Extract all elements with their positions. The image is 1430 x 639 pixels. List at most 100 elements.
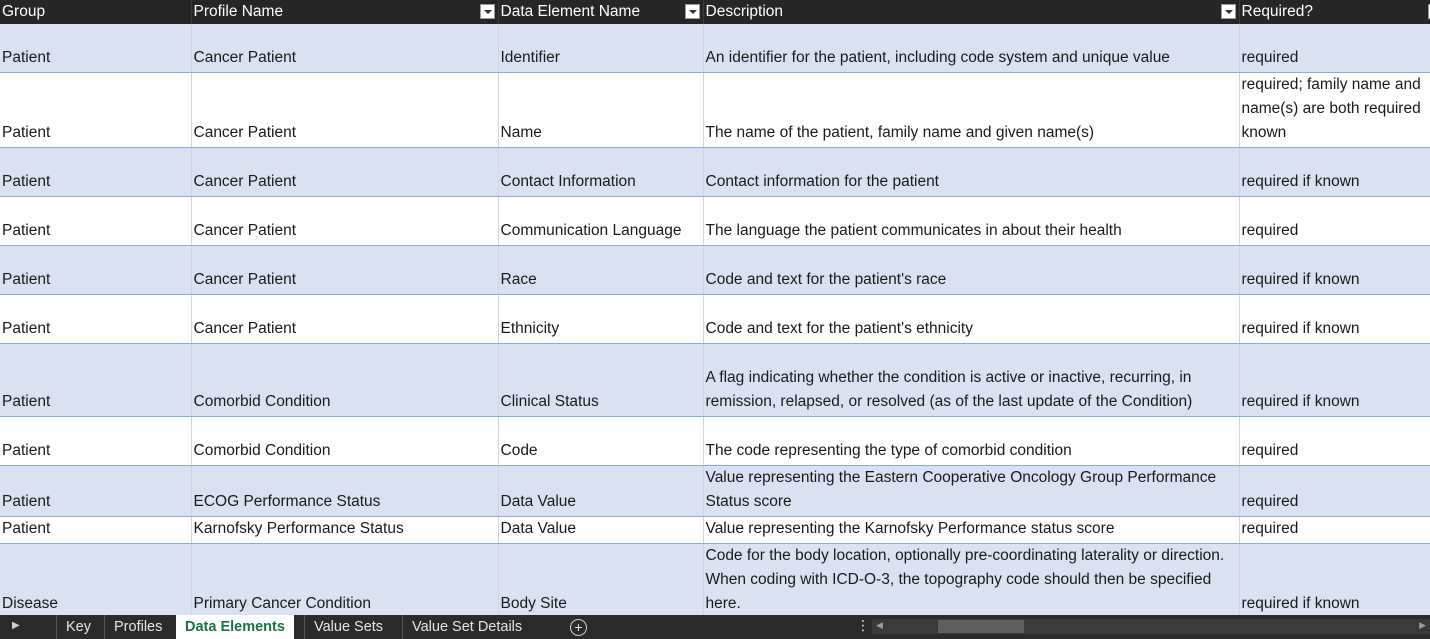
cell-required-line: required xyxy=(1241,493,1299,510)
scrollbar-thumb[interactable] xyxy=(938,620,1024,633)
cell-data-element-name[interactable]: Clinical Status xyxy=(498,343,704,417)
more-options-icon[interactable]: ⋮ xyxy=(856,617,870,634)
cell-data-element-name[interactable]: Body Site xyxy=(498,543,704,615)
cell-data-element-name[interactable]: Communication Language xyxy=(498,196,704,246)
cell-required[interactable]: required if known xyxy=(1239,543,1430,615)
cell-data-element-name[interactable]: Name xyxy=(498,72,704,148)
scroll-right-icon[interactable]: ▶ xyxy=(1419,620,1426,631)
cell-required-line: required if known xyxy=(1241,320,1360,337)
cell-group[interactable]: Patient xyxy=(0,465,192,517)
cell-profile-name[interactable]: Cancer Patient xyxy=(191,245,499,295)
filter-dropdown-icon[interactable] xyxy=(479,4,495,19)
sheet-tab-value-set-details[interactable]: Value Set Details xyxy=(402,615,531,639)
cell-data-element-name[interactable]: Data Value xyxy=(498,465,704,517)
cell-description[interactable]: Code for the body location, optionally p… xyxy=(703,543,1240,615)
cell-profile-name[interactable]: Primary Cancer Condition xyxy=(191,543,499,615)
cell-data-element-name[interactable]: Code xyxy=(498,416,704,466)
cell-description[interactable]: A flag indicating whether the condition … xyxy=(703,343,1240,417)
cell-required[interactable]: required; family name and name(s) are bot… xyxy=(1239,72,1430,148)
cell-group[interactable]: Patient xyxy=(0,147,192,197)
cell-required-line: required; family name and xyxy=(1241,76,1421,93)
cell-required[interactable]: required xyxy=(1239,24,1430,73)
cell-profile-name[interactable]: Cancer Patient xyxy=(191,24,499,73)
cell-group[interactable]: Patient xyxy=(0,245,192,295)
cell-description[interactable]: The name of the patient, family name and… xyxy=(703,72,1240,148)
horizontal-scrollbar[interactable]: ◀ ▶ xyxy=(872,619,1430,634)
cell-group[interactable]: Patient xyxy=(0,196,192,246)
cell-description[interactable]: Value representing the Karnofsky Perform… xyxy=(703,516,1240,544)
cell-required[interactable]: required xyxy=(1239,516,1430,544)
cell-description[interactable]: Value representing the Eastern Cooperati… xyxy=(703,465,1240,517)
header-row: Group Profile Name Data Element Name Des… xyxy=(0,0,1430,24)
cell-required[interactable]: required if known xyxy=(1239,245,1430,295)
table-row: Patient Cancer Patient Ethnicity Code and t… xyxy=(0,294,1430,344)
table-row: Patient Cancer Patient Communication Langu… xyxy=(0,196,1430,246)
column-header-required[interactable]: Required? xyxy=(1239,0,1430,24)
spreadsheet-grid[interactable]: Group Profile Name Data Element Name Des… xyxy=(0,0,1430,615)
cell-profile-name[interactable]: Cancer Patient xyxy=(191,147,499,197)
triangle-right-icon[interactable]: ▶ xyxy=(12,620,20,631)
table-row: Patient ECOG Performance Status Data Value… xyxy=(0,465,1430,517)
cell-profile-name[interactable]: Karnofsky Performance Status xyxy=(191,516,499,544)
table-row: Patient Cancer Patient Contact Information… xyxy=(0,147,1430,197)
sheet-tab-data-elements[interactable]: Data Elements xyxy=(176,615,294,639)
cell-profile-name[interactable]: Comorbid Condition xyxy=(191,343,499,417)
cell-required-line: required xyxy=(1241,222,1299,239)
cell-description[interactable]: Code and text for the patient's race xyxy=(703,245,1240,295)
sheet-tab-key[interactable]: Key xyxy=(56,615,100,639)
cell-profile-name[interactable]: Cancer Patient xyxy=(191,196,499,246)
cell-required[interactable]: required xyxy=(1239,196,1430,246)
cell-profile-name[interactable]: Cancer Patient xyxy=(191,294,499,344)
sheet-tab-value-sets[interactable]: Value Sets xyxy=(304,615,392,639)
table-row: Patient Karnofsky Performance Status Data … xyxy=(0,516,1430,544)
cell-profile-name[interactable]: ECOG Performance Status xyxy=(191,465,499,517)
cell-group[interactable]: Patient xyxy=(0,294,192,344)
cell-required[interactable]: required if known xyxy=(1239,147,1430,197)
table-row: Patient Cancer Patient Race Code and text … xyxy=(0,245,1430,295)
cell-required-line: required if known xyxy=(1241,271,1360,288)
column-header-description[interactable]: Description xyxy=(703,0,1240,24)
data-table: Group Profile Name Data Element Name Des… xyxy=(0,0,1430,615)
cell-description[interactable]: The language the patient communicates in… xyxy=(703,196,1240,246)
cell-group[interactable]: Patient xyxy=(0,343,192,417)
cell-required-line: required xyxy=(1241,442,1299,459)
cell-group[interactable]: Patient xyxy=(0,24,192,73)
column-header-data-element-name[interactable]: Data Element Name xyxy=(498,0,704,24)
table-row: Patient Comorbid Condition Clinical Status… xyxy=(0,343,1430,417)
cell-required-line: required if known xyxy=(1241,393,1360,410)
scroll-left-icon[interactable]: ◀ xyxy=(876,620,883,631)
column-header-profile-name[interactable]: Profile Name xyxy=(191,0,499,24)
cell-description[interactable]: Code and text for the patient's ethnicit… xyxy=(703,294,1240,344)
sheet-tab-bar: ▶ Key Profiles Data Elements Value Sets … xyxy=(0,615,1430,639)
cell-description[interactable]: An identifier for the patient, including… xyxy=(703,24,1240,73)
cell-data-element-name[interactable]: Contact Information xyxy=(498,147,704,197)
cell-required[interactable]: required if known xyxy=(1239,343,1430,417)
cell-group[interactable]: Patient xyxy=(0,72,192,148)
cell-profile-name[interactable]: Comorbid Condition xyxy=(191,416,499,466)
cell-required-line: required if known xyxy=(1241,173,1360,190)
cell-data-element-name[interactable]: Race xyxy=(498,245,704,295)
cell-description[interactable]: The code representing the type of comorb… xyxy=(703,416,1240,466)
cell-required[interactable]: required xyxy=(1239,416,1430,466)
table-row: Patient Cancer Patient Identifier An identi… xyxy=(0,24,1430,73)
cell-profile-name[interactable]: Cancer Patient xyxy=(191,72,499,148)
cell-group[interactable]: Patient xyxy=(0,416,192,466)
plus-circle-icon[interactable]: + xyxy=(570,619,587,636)
column-header-group[interactable]: Group xyxy=(0,0,192,24)
cell-data-element-name[interactable]: Ethnicity xyxy=(498,294,704,344)
cell-data-element-name[interactable]: Identifier xyxy=(498,24,704,73)
cell-data-element-name[interactable]: Data Value xyxy=(498,516,704,544)
cell-description[interactable]: Contact information for the patient xyxy=(703,147,1240,197)
cell-required-line: known xyxy=(1241,124,1287,141)
cell-required[interactable]: required xyxy=(1239,465,1430,517)
filter-dropdown-icon[interactable] xyxy=(684,4,700,19)
cell-required-line: required xyxy=(1241,49,1299,66)
cell-group[interactable]: Disease xyxy=(0,543,192,615)
cell-group[interactable]: Patient xyxy=(0,516,192,544)
sheet-tab-profiles[interactable]: Profiles xyxy=(104,615,171,639)
cell-required-line: required if known xyxy=(1241,595,1360,612)
table-row: Patient Cancer Patient Name The name of the… xyxy=(0,72,1430,148)
cell-required-line: name(s) are both required xyxy=(1241,100,1421,117)
filter-dropdown-icon[interactable] xyxy=(1220,4,1236,19)
cell-required[interactable]: required if known xyxy=(1239,294,1430,344)
